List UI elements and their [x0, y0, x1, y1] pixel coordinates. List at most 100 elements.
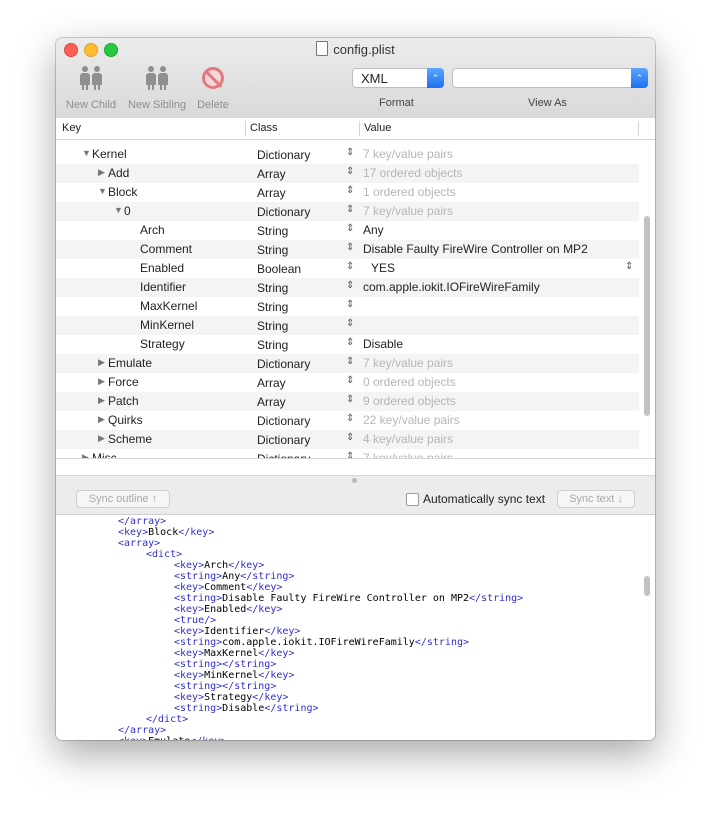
- class-stepper-icon[interactable]: ⇕: [346, 413, 354, 424]
- row-value[interactable]: 7 key/value pairs: [363, 204, 453, 218]
- row-value[interactable]: 22 key/value pairs: [363, 413, 460, 427]
- row-value[interactable]: 7 key/value pairs: [363, 451, 453, 458]
- class-stepper-icon[interactable]: ⇕: [346, 337, 354, 348]
- row-key[interactable]: Add: [108, 166, 129, 180]
- row-class[interactable]: String: [257, 281, 288, 295]
- row-class[interactable]: String: [257, 338, 288, 352]
- xml-text-view[interactable]: </array> <key>Block</key> <array> <dict> <ke…: [56, 514, 655, 740]
- outline-row[interactable]: ▶ Patch Array ⇕ 9 ordered objects: [56, 392, 639, 411]
- outline-row[interactable]: ▼ Kernel Dictionary ⇕ 7 key/value pairs: [56, 145, 639, 164]
- class-stepper-icon[interactable]: ⇕: [346, 166, 354, 177]
- row-class[interactable]: Dictionary: [257, 148, 310, 162]
- xml-scrollbar[interactable]: [644, 576, 650, 596]
- row-value[interactable]: Any: [363, 223, 384, 237]
- format-select[interactable]: XML ⌃: [352, 68, 444, 88]
- row-key[interactable]: Patch: [108, 394, 139, 408]
- row-value[interactable]: YES: [371, 261, 395, 275]
- view-as-select[interactable]: ⌃: [452, 68, 648, 88]
- class-stepper-icon[interactable]: ⇕: [346, 394, 354, 405]
- outline-row[interactable]: Arch String ⇕ Any: [56, 221, 639, 240]
- row-key[interactable]: MinKernel: [140, 318, 194, 332]
- auto-sync-checkbox[interactable]: [406, 493, 419, 506]
- row-value[interactable]: 7 key/value pairs: [363, 147, 453, 161]
- outline-row[interactable]: Enabled Boolean ⇕ YES ⇕: [56, 259, 639, 278]
- row-key[interactable]: MaxKernel: [140, 299, 197, 313]
- column-key[interactable]: Key: [62, 122, 81, 134]
- row-class[interactable]: String: [257, 319, 288, 333]
- row-class[interactable]: Dictionary: [257, 205, 310, 219]
- class-stepper-icon[interactable]: ⇕: [346, 356, 354, 367]
- row-class[interactable]: Array: [257, 167, 286, 181]
- row-value[interactable]: 1 ordered objects: [363, 185, 456, 199]
- row-value[interactable]: Disable: [363, 337, 403, 351]
- row-key[interactable]: Enabled: [140, 261, 184, 275]
- row-value[interactable]: Disable Faulty FireWire Controller on MP…: [363, 242, 588, 256]
- sync-outline-button[interactable]: Sync outline ↑: [76, 490, 170, 508]
- class-stepper-icon[interactable]: ⇕: [346, 299, 354, 310]
- row-key[interactable]: Identifier: [140, 280, 186, 294]
- row-value[interactable]: 0 ordered objects: [363, 375, 456, 389]
- disclosure-open-icon[interactable]: ▼: [82, 148, 91, 158]
- outline-row[interactable]: ▶ Force Array ⇕ 0 ordered objects: [56, 373, 639, 392]
- disclosure-closed-icon[interactable]: ▶: [98, 414, 105, 425]
- class-stepper-icon[interactable]: ⇕: [346, 204, 354, 215]
- row-key[interactable]: Strategy: [140, 337, 185, 351]
- column-value[interactable]: Value: [364, 122, 391, 134]
- outline-row[interactable]: MinKernel String ⇕: [56, 316, 639, 335]
- disclosure-closed-icon[interactable]: ▶: [98, 433, 105, 444]
- class-stepper-icon[interactable]: ⇕: [346, 261, 354, 272]
- row-class[interactable]: Dictionary: [257, 357, 310, 371]
- row-key[interactable]: Block: [108, 185, 137, 199]
- row-key[interactable]: Comment: [140, 242, 192, 256]
- outline-scrollbar[interactable]: [644, 216, 650, 416]
- disclosure-closed-icon[interactable]: ▶: [98, 357, 105, 368]
- class-stepper-icon[interactable]: ⇕: [346, 223, 354, 234]
- row-key[interactable]: Arch: [140, 223, 165, 237]
- outline-row[interactable]: ▶ Emulate Dictionary ⇕ 7 key/value pairs: [56, 354, 639, 373]
- row-class[interactable]: String: [257, 224, 288, 238]
- row-value[interactable]: 7 key/value pairs: [363, 356, 453, 370]
- row-class[interactable]: Boolean: [257, 262, 301, 276]
- class-stepper-icon[interactable]: ⇕: [346, 375, 354, 386]
- boolean-select-icon[interactable]: ⇕: [625, 261, 633, 272]
- row-class[interactable]: Dictionary: [257, 433, 310, 447]
- row-class[interactable]: String: [257, 243, 288, 257]
- outline-row[interactable]: MaxKernel String ⇕: [56, 297, 639, 316]
- row-class[interactable]: Dictionary: [257, 414, 310, 428]
- splitter-handle[interactable]: [352, 478, 357, 483]
- class-stepper-icon[interactable]: ⇕: [346, 451, 354, 458]
- row-value[interactable]: 17 ordered objects: [363, 166, 462, 180]
- column-class[interactable]: Class: [250, 122, 278, 134]
- row-class[interactable]: Array: [257, 186, 286, 200]
- outline-row[interactable]: ▶MiscDictionary⇕7 key/value pairs: [56, 449, 639, 458]
- row-key[interactable]: Misc: [92, 451, 117, 458]
- row-value[interactable]: 9 ordered objects: [363, 394, 456, 408]
- row-key[interactable]: Scheme: [108, 432, 152, 446]
- outline-row[interactable]: ▼ Block Array ⇕ 1 ordered objects: [56, 183, 639, 202]
- class-stepper-icon[interactable]: ⇕: [346, 318, 354, 329]
- row-key[interactable]: Quirks: [108, 413, 143, 427]
- delete-button[interactable]: Delete: [194, 63, 232, 111]
- plist-outline[interactable]: ▼ Kernel Dictionary ⇕ 7 key/value pairs ▶ Add A…: [56, 140, 639, 458]
- disclosure-closed-icon[interactable]: ▶: [98, 395, 105, 406]
- row-class[interactable]: Array: [257, 376, 286, 390]
- new-child-button[interactable]: New Child: [62, 63, 120, 111]
- class-stepper-icon[interactable]: ⇕: [346, 280, 354, 291]
- outline-row[interactable]: Strategy String ⇕ Disable: [56, 335, 639, 354]
- class-stepper-icon[interactable]: ⇕: [346, 242, 354, 253]
- disclosure-closed-icon[interactable]: ▶: [98, 167, 105, 178]
- row-key[interactable]: 0: [124, 204, 131, 218]
- outline-row[interactable]: ▶ Scheme Dictionary ⇕ 4 key/value pairs: [56, 430, 639, 449]
- outline-row[interactable]: Identifier String ⇕ com.apple.iokit.IOFireW…: [56, 278, 639, 297]
- class-stepper-icon[interactable]: ⇕: [346, 147, 354, 158]
- disclosure-open-icon[interactable]: ▼: [114, 205, 123, 215]
- class-stepper-icon[interactable]: ⇕: [346, 432, 354, 443]
- row-key[interactable]: Emulate: [108, 356, 152, 370]
- row-key[interactable]: Force: [108, 375, 139, 389]
- outline-row[interactable]: ▶ Quirks Dictionary ⇕ 22 key/value pairs: [56, 411, 639, 430]
- disclosure-open-icon[interactable]: ▼: [98, 186, 107, 196]
- sync-text-button[interactable]: Sync text ↓: [557, 490, 635, 508]
- class-stepper-icon[interactable]: ⇕: [346, 185, 354, 196]
- row-value[interactable]: 4 key/value pairs: [363, 432, 453, 446]
- row-key[interactable]: Kernel: [92, 147, 127, 161]
